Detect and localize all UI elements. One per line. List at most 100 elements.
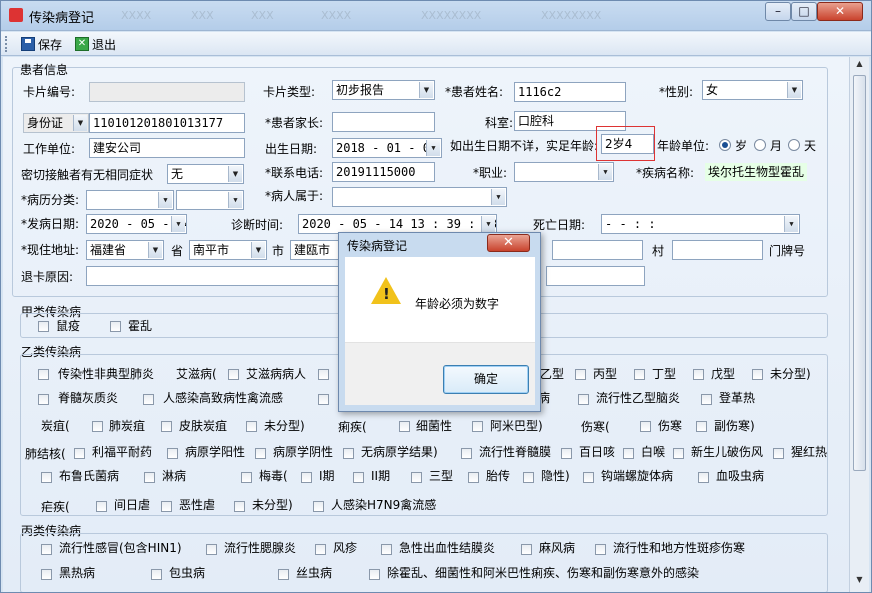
checkbox-sars[interactable] xyxy=(38,369,49,380)
checkbox-gonorrhea[interactable] xyxy=(144,472,155,483)
maximize-button[interactable]: □ xyxy=(791,2,817,21)
checkbox-cholera[interactable] xyxy=(110,321,121,332)
checkbox-hep-e[interactable] xyxy=(693,369,704,380)
card-no-field[interactable] xyxy=(89,82,245,102)
checkbox-conjunctivitis[interactable] xyxy=(381,544,392,555)
phone-field[interactable]: 20191115000 xyxy=(332,162,435,182)
checkbox-diphtheria[interactable] xyxy=(623,448,634,459)
checkbox-syphilis[interactable] xyxy=(241,472,252,483)
checkbox-syphilis-1[interactable] xyxy=(301,472,312,483)
gender-select[interactable]: 女 ▼ xyxy=(702,80,803,100)
age-unit-year-radio[interactable] xyxy=(719,139,731,151)
checkbox-leptospirosis[interactable] xyxy=(583,472,594,483)
id-no-field[interactable]: 110101201801013177 xyxy=(89,113,245,133)
checkbox-dengue[interactable] xyxy=(701,394,712,405)
checkbox-bacillary[interactable] xyxy=(399,421,410,432)
return-reason-field[interactable] xyxy=(86,266,346,286)
checkbox-plague[interactable] xyxy=(38,321,49,332)
checkbox-brucellosis[interactable] xyxy=(41,472,52,483)
checkbox-congenital[interactable] xyxy=(468,472,479,483)
checkbox-syphilis-2[interactable] xyxy=(353,472,364,483)
checkbox-hiv[interactable] xyxy=(318,369,329,380)
return-reason-field-right[interactable] xyxy=(546,266,645,286)
checkbox-influenza[interactable] xyxy=(41,544,52,555)
case-class-select-2[interactable]: ▼ xyxy=(176,190,244,210)
id-type-select[interactable]: 身份证 ▼ xyxy=(23,113,89,133)
checkbox-typhoid[interactable] xyxy=(640,421,651,432)
house-unit: 门牌号 xyxy=(769,244,806,258)
checkbox-tb-positive[interactable] xyxy=(167,448,178,459)
city-select[interactable]: 南平市 ▼ xyxy=(189,240,267,260)
checkbox-filariasis[interactable] xyxy=(278,569,289,580)
checkbox-rifampicin[interactable] xyxy=(74,448,85,459)
contact-select[interactable]: 无 ▼ xyxy=(167,164,244,184)
checkbox-rubella[interactable] xyxy=(315,544,326,555)
exit-button[interactable]: ✕ 退出 xyxy=(75,35,116,53)
disease-value[interactable]: 埃尔托生物型霍乱 xyxy=(705,163,808,181)
checkbox-other-diarrhea[interactable] xyxy=(369,569,380,580)
county-select[interactable]: 建瓯市 xyxy=(290,240,342,260)
checkbox-typhus[interactable] xyxy=(595,544,606,555)
checkbox-malaria-untyped[interactable] xyxy=(234,501,245,512)
checkbox-hep-c[interactable] xyxy=(575,369,586,380)
checkbox-hep-d[interactable] xyxy=(634,369,645,380)
scroll-thumb[interactable] xyxy=(853,75,866,471)
checkbox-h7n9[interactable] xyxy=(313,501,324,512)
toolbar-grip[interactable] xyxy=(5,36,8,52)
card-type-select[interactable]: 初步报告 ▼ xyxy=(332,80,435,100)
diag-datetime-picker[interactable]: 2020 - 05 - 14 13 : 39 : 43 ▼ xyxy=(298,214,497,234)
close-button[interactable]: ✕ xyxy=(817,2,863,21)
death-date-picker[interactable]: - - : : ▼ xyxy=(601,214,800,234)
job-select[interactable]: ▼ xyxy=(514,162,614,182)
work-field[interactable]: 建安公司 xyxy=(89,138,245,158)
label-tb-no-result: 无病原学结果) xyxy=(361,445,438,459)
province-select[interactable]: 福建省 ▼ xyxy=(86,240,164,260)
checkbox-vivax[interactable] xyxy=(96,501,107,512)
checkbox-skin-anthrax[interactable] xyxy=(161,421,172,432)
age-unit-day-radio[interactable] xyxy=(788,139,800,151)
checkbox-leprosy[interactable] xyxy=(521,544,532,555)
vertical-scrollbar[interactable]: ▲ ▼ xyxy=(849,57,869,592)
dialog-close-button[interactable]: ✕ xyxy=(487,234,530,252)
checkbox-echinococcosis[interactable] xyxy=(151,569,162,580)
checkbox-pertussis[interactable] xyxy=(561,448,572,459)
checkbox-falciparum[interactable] xyxy=(161,501,172,512)
checkbox-neonatal-tetanus[interactable] xyxy=(673,448,684,459)
label-conjunctivitis: 急性出血性结膜炎 xyxy=(399,541,496,555)
case-class-select-1[interactable]: ▼ xyxy=(86,190,174,210)
checkbox-tb-negative[interactable] xyxy=(255,448,266,459)
checkbox-amoebic[interactable] xyxy=(472,421,483,432)
checkbox-scarlet-fever[interactable] xyxy=(773,448,784,459)
checkbox-jap-enceph[interactable] xyxy=(578,394,589,405)
town-field[interactable] xyxy=(552,240,643,260)
birth-date-picker[interactable]: 2018 - 01 - 01 ▼ xyxy=(332,138,442,158)
checkbox-schistosomiasis[interactable] xyxy=(698,472,709,483)
checkbox-syphilis-3[interactable] xyxy=(411,472,422,483)
checkbox-tb-no-result[interactable] xyxy=(343,448,354,459)
checkbox-aids-patient[interactable] xyxy=(228,369,239,380)
checkbox-paratyphoid[interactable] xyxy=(696,421,707,432)
checkbox-latent[interactable] xyxy=(523,472,534,483)
checkbox-measles[interactable] xyxy=(318,394,329,405)
checkbox-lung-anthrax[interactable] xyxy=(92,421,103,432)
belong-select[interactable]: ▼ xyxy=(332,187,507,207)
scroll-up-icon[interactable]: ▲ xyxy=(852,59,867,73)
contact-label: 密切接触者有无相同症状 xyxy=(21,168,154,182)
ok-button[interactable]: 确定 xyxy=(443,365,529,394)
age-unit-month-radio[interactable] xyxy=(754,139,766,151)
scroll-down-icon[interactable]: ▼ xyxy=(852,575,867,589)
name-field[interactable]: 1116c2 xyxy=(514,82,626,102)
checkbox-hep-untyped[interactable] xyxy=(752,369,763,380)
checkbox-mumps[interactable] xyxy=(206,544,217,555)
guardian-field[interactable] xyxy=(332,112,435,132)
onset-date-picker[interactable]: 2020 - 05 - 14 ▼ xyxy=(86,214,187,234)
save-button[interactable]: 保存 xyxy=(21,35,62,53)
checkbox-polio[interactable] xyxy=(38,394,49,405)
minimize-button[interactable]: – xyxy=(765,2,791,21)
checkbox-avian-flu[interactable] xyxy=(143,394,154,405)
label-hep-e: 戊型 xyxy=(711,367,736,381)
checkbox-anthrax-untyped[interactable] xyxy=(246,421,257,432)
checkbox-kala-azar[interactable] xyxy=(41,569,52,580)
checkbox-meningitis[interactable] xyxy=(461,448,472,459)
village-field[interactable] xyxy=(672,240,763,260)
